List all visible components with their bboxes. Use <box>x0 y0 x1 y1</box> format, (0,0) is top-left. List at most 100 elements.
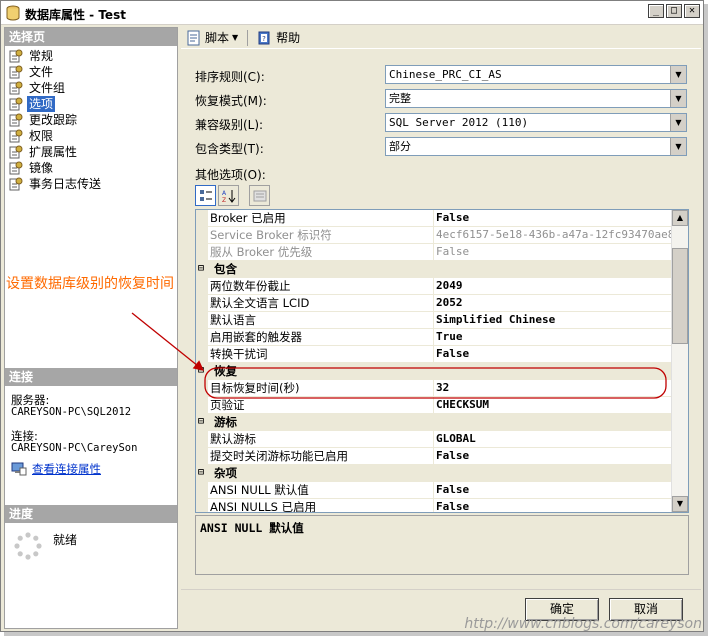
grid-category-label: 恢复 <box>214 364 237 378</box>
grid-gutter <box>196 346 208 362</box>
collapse-icon[interactable]: ⊟ <box>198 465 208 481</box>
page-icon <box>9 65 23 79</box>
script-button[interactable]: 脚本 ▼ <box>183 28 241 48</box>
grid-property-value[interactable]: False <box>434 244 672 260</box>
server-label: 服务器: <box>11 393 50 407</box>
grid-property-row[interactable]: 提交时关闭游标功能已启用 False <box>196 448 672 465</box>
connection-value: CAREYSON-PC\CareySon <box>11 442 138 454</box>
page-item[interactable]: 扩展属性 <box>5 144 177 160</box>
property-grid-scrollbar[interactable]: ▲ ▼ <box>671 210 688 512</box>
page-item[interactable]: 选项 <box>5 96 177 112</box>
chevron-down-icon[interactable]: ▼ <box>670 90 686 107</box>
other-options-label: 其他选项(O): <box>195 168 266 182</box>
grid-property-row[interactable]: 默认游标 GLOBAL <box>196 431 672 448</box>
grid-property-row[interactable]: Broker 已启用 False <box>196 210 672 227</box>
compat-level-row: 兼容级别(L): SQL Server 2012 (110) ▼ <box>195 113 689 133</box>
progress-status: 就绪 <box>53 533 78 547</box>
grid-property-row[interactable]: 两位数年份截止 2049 <box>196 278 672 295</box>
scroll-down-icon[interactable]: ▼ <box>672 496 688 512</box>
collapse-icon[interactable]: ⊟ <box>198 363 208 379</box>
toolbar-separator <box>247 29 249 46</box>
grid-gutter <box>196 295 208 311</box>
page-icon <box>9 145 23 159</box>
grid-property-value[interactable]: 32 <box>434 380 672 396</box>
help-button[interactable]: ? 帮助 <box>254 28 303 48</box>
title-bar[interactable]: 数据库属性 - Test _ □ ✕ <box>1 1 703 25</box>
grid-property-row[interactable]: 转换干扰词 False <box>196 346 672 363</box>
connection-section: 连接 服务器: CAREYSON-PC\SQL2012 连接: CAREYSON… <box>5 368 177 484</box>
grid-property-row[interactable]: 默认全文语言 LCID 2052 <box>196 295 672 312</box>
chevron-down-icon[interactable]: ▼ <box>670 114 686 131</box>
maximize-button[interactable]: □ <box>666 4 682 18</box>
grid-property-row[interactable]: 服从 Broker 优先级 False <box>196 244 672 261</box>
grid-property-name: 默认语言 <box>208 312 434 328</box>
collation-row: 排序规则(C): Chinese_PRC_CI_AS ▼ <box>195 65 689 85</box>
grid-property-row[interactable]: 页验证 CHECKSUM <box>196 397 672 414</box>
compat-level-value: SQL Server 2012 (110) <box>389 116 529 129</box>
page-item[interactable]: 事务日志传送 <box>5 176 177 192</box>
grid-property-value[interactable]: Simplified Chinese <box>434 312 672 328</box>
grid-property-name: 转换干扰词 <box>208 346 434 362</box>
recovery-model-value: 完整 <box>389 92 411 105</box>
help-icon: ? <box>258 31 270 44</box>
scroll-thumb[interactable] <box>672 248 688 344</box>
grid-property-value[interactable]: GLOBAL <box>434 431 672 447</box>
server-value: CAREYSON-PC\SQL2012 <box>11 406 132 418</box>
property-pages-button[interactable] <box>249 185 270 206</box>
grid-property-value[interactable]: True <box>434 329 672 345</box>
categorized-button[interactable] <box>195 185 216 206</box>
page-label: 文件 <box>29 65 54 79</box>
page-item[interactable]: 更改跟踪 <box>5 112 177 128</box>
grid-category-row[interactable]: ⊟ 杂项 <box>196 465 672 482</box>
grid-property-row[interactable]: Service Broker 标识符 4ecf6157-5e18-436b-a47… <box>196 227 672 244</box>
grid-property-value[interactable]: CHECKSUM <box>434 397 672 413</box>
recovery-model-label: 恢复模式(M): <box>195 94 267 108</box>
grid-property-row[interactable]: 默认语言 Simplified Chinese <box>196 312 672 329</box>
page-item[interactable]: 镜像 <box>5 160 177 176</box>
grid-property-value[interactable]: 2052 <box>434 295 672 311</box>
close-button[interactable]: ✕ <box>684 4 700 18</box>
view-connection-properties-link[interactable]: 查看连接属性 <box>11 462 171 476</box>
containment-select[interactable]: 部分 ▼ <box>385 137 687 156</box>
grid-property-value[interactable]: False <box>434 499 672 512</box>
minimize-button[interactable]: _ <box>648 4 664 18</box>
grid-category-row[interactable]: ⊟ 恢复 <box>196 363 672 380</box>
grid-property-value[interactable]: False <box>434 210 672 226</box>
collapse-icon[interactable]: ⊟ <box>198 261 208 277</box>
recovery-model-select[interactable]: 完整 ▼ <box>385 89 687 108</box>
chevron-down-icon[interactable]: ▼ <box>670 66 686 83</box>
sort-az-icon: A Z <box>222 189 235 203</box>
progress-spinner-icon <box>14 532 42 560</box>
property-description: ANSI NULL 默认值 <box>195 515 689 575</box>
page-icon <box>9 177 23 191</box>
compat-level-select[interactable]: SQL Server 2012 (110) ▼ <box>385 113 687 132</box>
scroll-up-icon[interactable]: ▲ <box>672 210 688 226</box>
grid-property-value[interactable]: False <box>434 482 672 498</box>
grid-property-row[interactable]: ANSI NULL 默认值 False <box>196 482 672 499</box>
grid-property-row[interactable]: ANSI NULLS 已启用 False <box>196 499 672 512</box>
grid-property-value[interactable]: 4ecf6157-5e18-436b-a47a-12fc93470ae8 <box>434 227 672 243</box>
grid-category-row[interactable]: ⊟ 包含 <box>196 261 672 278</box>
grid-gutter <box>196 482 208 498</box>
compat-level-label: 兼容级别(L): <box>195 118 264 132</box>
grid-category-label: 游标 <box>214 415 237 429</box>
collation-select[interactable]: Chinese_PRC_CI_AS ▼ <box>385 65 687 84</box>
collation-value: Chinese_PRC_CI_AS <box>389 68 502 81</box>
page-item[interactable]: 权限 <box>5 128 177 144</box>
grid-property-row[interactable]: 启用嵌套的触发器 True <box>196 329 672 346</box>
page-item[interactable]: 常规 <box>5 48 177 64</box>
chevron-down-icon[interactable]: ▼ <box>670 138 686 155</box>
page-item[interactable]: 文件组 <box>5 80 177 96</box>
page-label: 镜像 <box>29 161 54 175</box>
collapse-icon[interactable]: ⊟ <box>198 414 208 430</box>
grid-property-name: ANSI NULL 默认值 <box>208 482 434 498</box>
grid-property-value[interactable]: 2049 <box>434 278 672 294</box>
grid-property-name: 页验证 <box>208 397 434 413</box>
toolbar: 脚本 ▼ ? 帮助 <box>181 27 701 49</box>
page-item[interactable]: 文件 <box>5 64 177 80</box>
grid-property-value[interactable]: False <box>434 346 672 362</box>
alphabetical-button[interactable]: A Z <box>218 185 239 206</box>
grid-property-row[interactable]: 目标恢复时间(秒) 32 <box>196 380 672 397</box>
grid-category-row[interactable]: ⊟ 游标 <box>196 414 672 431</box>
grid-property-value[interactable]: False <box>434 448 672 464</box>
